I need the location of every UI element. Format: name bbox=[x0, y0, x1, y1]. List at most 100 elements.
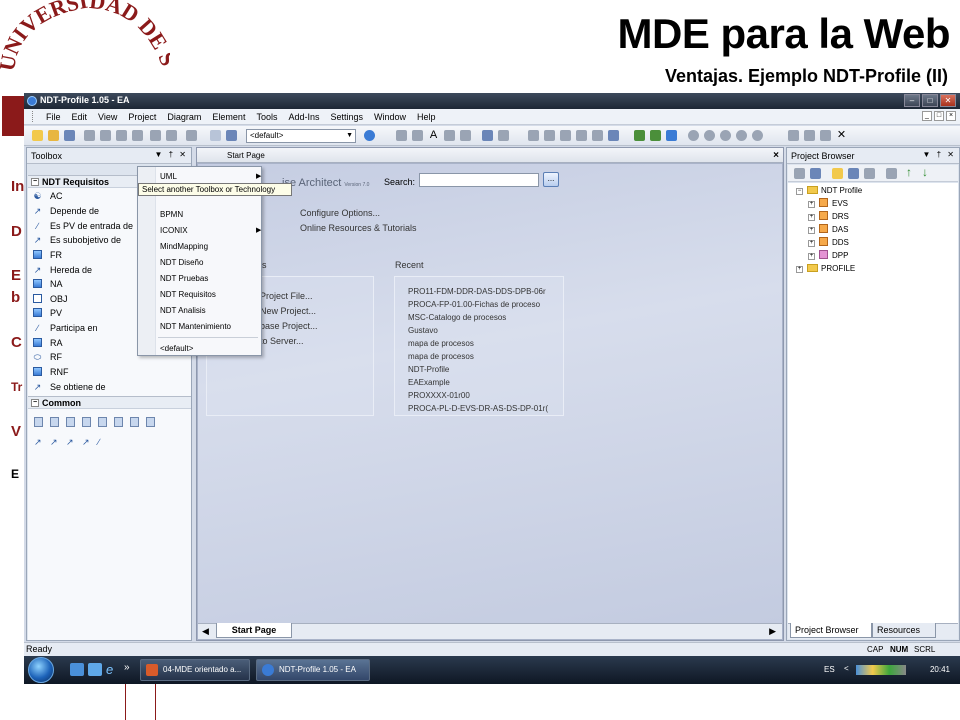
recent-item[interactable]: NDT-Profile bbox=[408, 365, 449, 374]
tree-icon[interactable] bbox=[848, 168, 859, 179]
element-icon[interactable] bbox=[482, 130, 493, 141]
menu-tools[interactable]: Tools bbox=[256, 112, 277, 122]
tree-node-root[interactable]: − NDT Profile bbox=[796, 185, 862, 197]
collapse-icon[interactable]: − bbox=[31, 178, 39, 186]
tray-expand-icon[interactable]: < bbox=[844, 664, 849, 673]
import-icon[interactable] bbox=[864, 168, 875, 179]
minimize-button[interactable]: – bbox=[904, 94, 920, 107]
artifact-icon[interactable] bbox=[82, 417, 91, 427]
same-height-icon[interactable] bbox=[608, 130, 619, 141]
search-button[interactable]: ... bbox=[543, 172, 559, 187]
expand-icon[interactable]: + bbox=[808, 214, 815, 221]
menu-help[interactable]: Help bbox=[417, 112, 436, 122]
configure-options-link[interactable]: Configure Options... bbox=[300, 208, 380, 218]
base-project-link[interactable]: base Project... bbox=[260, 321, 318, 331]
image-icon[interactable] bbox=[444, 130, 455, 141]
forward-icon[interactable] bbox=[650, 130, 661, 141]
delete-icon[interactable]: ✕ bbox=[836, 130, 847, 141]
recent-item[interactable]: EAExample bbox=[408, 378, 450, 387]
menu-element[interactable]: Element bbox=[212, 112, 245, 122]
save-icon[interactable] bbox=[64, 130, 75, 141]
toolbox-item-participa-en[interactable]: ∕ Participa en bbox=[32, 321, 98, 335]
tab-resources[interactable]: Resources bbox=[872, 623, 936, 638]
menu-item-mindmapping[interactable]: MindMapping bbox=[160, 242, 208, 251]
menu-window[interactable]: Window bbox=[374, 112, 406, 122]
align-top-icon[interactable] bbox=[560, 130, 571, 141]
note-icon[interactable] bbox=[34, 417, 43, 427]
expand-icon[interactable]: + bbox=[808, 253, 815, 260]
mdi-minimize-button[interactable]: _ bbox=[922, 111, 932, 121]
mdi-close-button[interactable]: × bbox=[946, 111, 956, 121]
online-resources-link[interactable]: Online Resources & Tutorials bbox=[300, 223, 417, 233]
open-icon[interactable] bbox=[48, 130, 59, 141]
menu-item-ndt-diseno[interactable]: NDT Diseño bbox=[160, 258, 203, 267]
align-left-icon[interactable] bbox=[528, 130, 539, 141]
pin-icon[interactable] bbox=[820, 130, 831, 141]
more-icon[interactable]: » bbox=[124, 663, 138, 676]
image-icon[interactable] bbox=[98, 417, 107, 427]
tab-project-browser[interactable]: Project Browser bbox=[790, 623, 872, 638]
perspective-select[interactable]: <default> ▼ bbox=[246, 129, 356, 143]
menu-view[interactable]: View bbox=[98, 112, 117, 122]
toolbox-item-fr[interactable]: FR bbox=[32, 248, 62, 262]
new-icon[interactable] bbox=[32, 130, 43, 141]
menu-file[interactable]: File bbox=[46, 112, 61, 122]
expand-icon[interactable]: + bbox=[808, 201, 815, 208]
layout2-icon[interactable] bbox=[412, 130, 423, 141]
new-element-icon[interactable] bbox=[794, 168, 805, 179]
toolbox-section-common[interactable]: − Common bbox=[28, 396, 191, 409]
back-icon[interactable] bbox=[634, 130, 645, 141]
menu-add-ins[interactable]: Add-Ins bbox=[288, 112, 319, 122]
diagram-icon[interactable] bbox=[210, 130, 221, 141]
chart-icon[interactable] bbox=[666, 130, 677, 141]
align-right-icon[interactable] bbox=[544, 130, 555, 141]
list-icon[interactable] bbox=[460, 130, 471, 141]
toolbox-item-se-obtiene-de[interactable]: ↗ Se obtiene de bbox=[32, 380, 106, 394]
move-up-icon[interactable]: ↑ bbox=[906, 166, 917, 178]
redo-icon[interactable] bbox=[132, 130, 143, 141]
wizard-icon[interactable] bbox=[788, 130, 799, 141]
recent-item[interactable]: mapa de procesos bbox=[408, 339, 474, 348]
expand-icon[interactable]: + bbox=[808, 227, 815, 234]
properties-icon[interactable] bbox=[186, 130, 197, 141]
toolbox-item-depende-de[interactable]: ↗ Depende de bbox=[32, 204, 99, 218]
menu-diagram[interactable]: Diagram bbox=[167, 112, 201, 122]
toolbox-item-rf[interactable]: ⬭ RF bbox=[32, 350, 62, 364]
tray-icons[interactable] bbox=[856, 665, 906, 675]
recent-item[interactable]: PROCA-FP-01.00-Fichas de proceso bbox=[408, 300, 540, 309]
document-icon[interactable] bbox=[66, 417, 75, 427]
internet-explorer-icon[interactable]: e bbox=[106, 663, 120, 676]
tree-node-profile[interactable]: + PROFILE bbox=[796, 263, 855, 275]
zoom-fit-icon[interactable] bbox=[720, 130, 731, 141]
tree-node-das[interactable]: + DAS bbox=[808, 224, 848, 236]
tree-node-dds[interactable]: + DDS bbox=[808, 237, 849, 249]
new-project-link[interactable]: New Project... bbox=[260, 306, 316, 316]
taskbar-item-powerpoint[interactable]: 04-MDE orientado a... bbox=[140, 659, 250, 681]
connect-to-server-link[interactable]: to Server... bbox=[260, 336, 304, 346]
toolbox-panel-controls[interactable]: ▼ † ✕ bbox=[154, 150, 188, 159]
search-input[interactable] bbox=[419, 173, 539, 187]
find-in-browser-icon[interactable] bbox=[886, 168, 897, 179]
language-indicator[interactable]: ES bbox=[824, 665, 835, 674]
recent-item[interactable]: PROXXXX-01r00 bbox=[408, 391, 470, 400]
toolbox-item-na[interactable]: NA bbox=[32, 277, 63, 291]
open-project-file-link[interactable]: Project File... bbox=[260, 291, 313, 301]
zoom-in-icon[interactable] bbox=[688, 130, 699, 141]
dependency-icon[interactable]: ↗ bbox=[34, 437, 43, 447]
scroll-left-icon[interactable]: ◀ bbox=[202, 626, 209, 637]
toolbox-item-pv[interactable]: PV bbox=[32, 306, 62, 320]
tree-node-evs[interactable]: + EVS bbox=[808, 198, 848, 210]
maximize-button[interactable]: □ bbox=[922, 94, 938, 107]
mdi-restore-button[interactable]: □ bbox=[934, 111, 944, 121]
zoom-icon[interactable] bbox=[226, 130, 237, 141]
window-titlebar[interactable]: NDT-Profile 1.05 - EA – □ ✕ bbox=[24, 93, 960, 109]
find-icon[interactable] bbox=[166, 130, 177, 141]
print-icon[interactable] bbox=[150, 130, 161, 141]
recent-item[interactable]: Gustavo bbox=[408, 326, 438, 335]
expand-icon[interactable]: + bbox=[796, 266, 803, 273]
menu-settings[interactable]: Settings bbox=[331, 112, 364, 122]
toolbox-item-obj[interactable]: OBJ bbox=[32, 292, 68, 306]
menu-item-default[interactable]: <default> bbox=[160, 344, 193, 353]
zoom-out-icon[interactable] bbox=[704, 130, 715, 141]
start-button[interactable] bbox=[28, 657, 54, 683]
